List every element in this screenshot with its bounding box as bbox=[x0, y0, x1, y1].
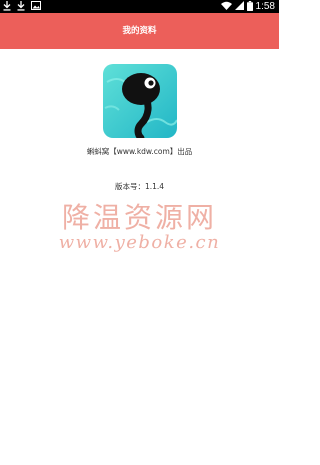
credit-text: 蝌蚪窝【www.kdw.com】出品 bbox=[86, 147, 193, 156]
signal-icon bbox=[234, 1, 244, 12]
page-title: 我的资料 bbox=[122, 26, 157, 36]
system-status: 1:58 bbox=[220, 0, 275, 13]
app-bar: 我的资料 bbox=[0, 13, 279, 49]
watermark-title: 降温资源网 bbox=[61, 201, 217, 234]
watermark-url: www.yeboke.cn bbox=[58, 232, 221, 253]
version-text: 版本号：1.1.4 bbox=[114, 182, 165, 191]
status-time: 1:58 bbox=[255, 1, 275, 12]
image-icon bbox=[31, 1, 41, 12]
download-icon bbox=[3, 0, 11, 13]
watermark: 降温资源网 www.yeboke.cn bbox=[0, 196, 279, 266]
notification-icons bbox=[3, 0, 41, 13]
battery-icon bbox=[246, 0, 253, 13]
status-bar: 1:58 bbox=[0, 0, 279, 13]
download-icon bbox=[17, 0, 25, 13]
tadpole-app-icon bbox=[103, 64, 177, 138]
wifi-icon bbox=[220, 1, 232, 12]
